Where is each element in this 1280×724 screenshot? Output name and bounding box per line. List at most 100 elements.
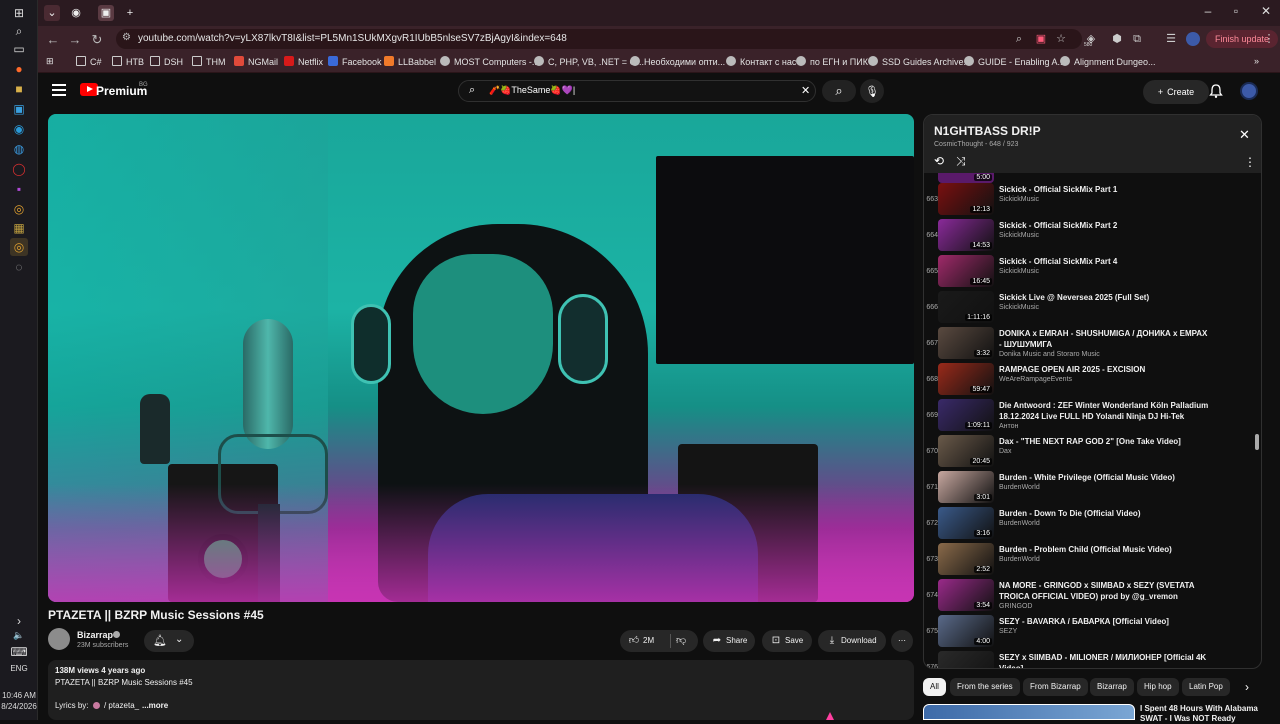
chrome-active-icon[interactable]: ◎ xyxy=(10,238,28,256)
filter-chip[interactable]: Latin Pop xyxy=(1182,678,1230,696)
download-button[interactable]: ⤓ Download xyxy=(818,630,886,652)
bookmark-item[interactable]: NGMail xyxy=(234,56,278,67)
playlist-scrollbar-thumb[interactable] xyxy=(1255,434,1259,450)
filter-chip[interactable]: Bizarrap xyxy=(1090,678,1134,696)
bookmark-item[interactable]: Facebook xyxy=(328,56,382,67)
file-explorer-icon[interactable]: ■ xyxy=(10,80,28,98)
cast-icon[interactable]: ▣ xyxy=(1034,32,1048,46)
firefox-icon[interactable]: ● xyxy=(10,60,28,78)
playlist-item[interactable]: 673 2:52 Burden - Problem Child (Official … xyxy=(924,543,1254,579)
bookmark-item[interactable]: HTB xyxy=(112,56,144,67)
opera-icon[interactable]: ◯ xyxy=(10,160,28,178)
playlist-item[interactable]: 676 SEZY x SIIMBAD - MILIONER / МИЛИОНЕР … xyxy=(924,651,1254,668)
like-button[interactable]: 👍︎ 2M xyxy=(620,630,670,652)
filter-chip[interactable]: From the series xyxy=(950,678,1020,696)
back-icon[interactable]: ← xyxy=(44,31,62,49)
profile-icon[interactable] xyxy=(1186,32,1200,46)
bookmark-item[interactable]: C, PHP, VB, .NET = O... xyxy=(534,56,644,67)
playlist-more-icon[interactable]: ⋮ xyxy=(1244,155,1256,169)
app-icon[interactable]: ▦ xyxy=(10,219,28,237)
bookmark-item[interactable]: Контакт с нас xyxy=(726,56,796,67)
bookmark-item[interactable]: DSH xyxy=(150,56,183,67)
steam-icon[interactable]: ◍ xyxy=(10,140,28,158)
chips-next-icon[interactable]: › xyxy=(1238,678,1256,696)
subscribed-notifications-button[interactable]: 🔔︎ ⌄ xyxy=(144,630,194,652)
bookmark-item[interactable]: LLBabbel xyxy=(384,56,436,67)
playlist-item[interactable]: 672 3:16 Burden - Down To Die (Official Vi… xyxy=(924,507,1254,543)
account-avatar[interactable] xyxy=(1240,82,1258,100)
keyboard-icon[interactable]: ⌨ xyxy=(10,643,28,661)
voice-search-button[interactable]: 🎙 xyxy=(860,79,884,103)
create-button[interactable]: + Create xyxy=(1143,80,1209,104)
close-playlist-icon[interactable]: ✕ xyxy=(1239,127,1250,143)
playlist-item[interactable]: 666 1:11:16 Sickick Live @ Neversea 2025 (… xyxy=(924,291,1254,327)
playlist-scrollbar[interactable] xyxy=(1254,174,1260,669)
tab-youtube-icon[interactable]: ▣ xyxy=(98,5,114,21)
hamburger-menu-icon[interactable] xyxy=(52,84,66,96)
forward-icon[interactable]: → xyxy=(66,31,84,49)
save-button[interactable]: ⊡ Save xyxy=(762,630,812,652)
apps-grid-icon[interactable]: ⊞ xyxy=(46,56,54,67)
playlist-item[interactable]: 669 1:09:11 Die Antwoord : ZEF Winter Wond… xyxy=(924,399,1254,435)
bookmark-item[interactable]: Alignment Dungeo... xyxy=(1060,56,1156,67)
reading-list-icon[interactable]: ☰ xyxy=(1164,32,1178,46)
playlist-item[interactable]: 670 20:45 Dax - "THE NEXT RAP GOD 2" [One … xyxy=(924,435,1254,471)
url-input[interactable]: ⚙ youtube.com/watch?v=yLX87lkvT8I&list=P… xyxy=(116,29,1082,49)
share-button[interactable]: ➦ Share xyxy=(703,630,755,652)
clear-search-icon[interactable]: ✕ xyxy=(801,84,810,97)
playlist-item[interactable]: 675 4:00 SEZY - BAVARKA / БАВАРКА [Officia… xyxy=(924,615,1254,651)
filter-chip[interactable]: All xyxy=(923,678,946,696)
extensions-puzzle-icon[interactable]: ⧉ xyxy=(1130,32,1144,46)
search-icon[interactable]: ⌕ xyxy=(10,22,28,40)
bookmark-item[interactable]: MOST Computers -... xyxy=(440,56,539,67)
bookmark-item[interactable]: по ЕГН и ПИК xyxy=(796,56,868,67)
bookmark-item[interactable]: Необходими опти... xyxy=(630,56,725,67)
bookmark-item[interactable]: GUIDE - Enabling A... xyxy=(964,56,1065,67)
search-input[interactable]: ⌕ 🧨🍓TheSame🍓💜| ✕ xyxy=(458,80,816,102)
chrome-icon[interactable]: ◎ xyxy=(10,200,28,218)
dislike-button[interactable]: 👎︎ xyxy=(676,630,686,652)
playlist-item[interactable]: 664 14:53 Sickick - Official SickMix Part … xyxy=(924,219,1254,255)
tab-favicon-icon[interactable]: ◉ xyxy=(68,5,84,21)
playlist-item[interactable]: 665 16:45 Sickick - Official SickMix Part … xyxy=(924,255,1254,291)
show-more-link[interactable]: ...more xyxy=(142,701,168,710)
playlist-title[interactable]: N1GHTBASS DR!P xyxy=(934,124,1041,138)
recommendation-thumbnail[interactable] xyxy=(923,704,1135,720)
filter-chip[interactable]: Hip hop xyxy=(1137,678,1179,696)
recommendation-title[interactable]: I Spent 48 Hours With Alabama SWAT - I W… xyxy=(1140,704,1260,724)
windows-start-icon[interactable]: ⊞ xyxy=(10,4,28,22)
bookmark-item[interactable]: Netflix xyxy=(284,56,323,67)
channel-name[interactable]: Bizarrap xyxy=(77,630,113,640)
language-indicator[interactable]: ENG xyxy=(0,664,38,673)
zoom-icon[interactable]: ⌕ xyxy=(1012,32,1026,46)
playlist-item[interactable]: 674 3:54 NA MORE - GRINGOD x SIIMBAD x SEZ… xyxy=(924,579,1254,615)
bookmark-item[interactable]: THM xyxy=(192,56,226,67)
tab-list-icon[interactable]: ⌄ xyxy=(44,5,60,21)
onenote-icon[interactable]: ▪ xyxy=(10,180,28,198)
channel-avatar[interactable] xyxy=(48,628,70,650)
playlist-item[interactable]: 663 12:13 Sickick - Official SickMix Part … xyxy=(924,183,1254,219)
browser-menu-icon[interactable]: ⋮ xyxy=(1262,32,1276,46)
loop-icon[interactable]: ⟲ xyxy=(934,154,944,168)
bookmark-item[interactable]: C# xyxy=(76,56,102,67)
extension2-icon[interactable]: ⬢ xyxy=(1110,32,1124,46)
reload-icon[interactable]: ↻ xyxy=(88,31,106,49)
close-window-icon[interactable]: ✕ xyxy=(1256,4,1276,18)
mail-icon[interactable]: ▣ xyxy=(10,100,28,118)
more-actions-button[interactable]: ⋯ xyxy=(891,630,913,652)
bookmarks-overflow-icon[interactable]: » xyxy=(1254,56,1259,66)
playlist-item[interactable]: 667 3:32 DONIKA x EMRAH - SHUSHUMIGA / ДОН… xyxy=(924,327,1254,363)
minimize-icon[interactable]: – xyxy=(1198,4,1218,18)
playlist-item[interactable]: 668 59:47 RAMPAGE OPEN AIR 2025 - EXCISION… xyxy=(924,363,1254,399)
playlist-item[interactable]: 671 3:01 Burden - White Privilege (Officia… xyxy=(924,471,1254,507)
video-player[interactable] xyxy=(48,114,914,602)
shuffle-icon[interactable]: ⤨ xyxy=(956,154,966,169)
maximize-icon[interactable]: ▫ xyxy=(1226,4,1246,18)
bookmark-item[interactable]: SSD Guides Archive... xyxy=(868,56,971,67)
description-box[interactable] xyxy=(48,660,914,720)
notifications-bell-icon[interactable] xyxy=(1208,83,1224,99)
volume-icon[interactable]: 🔈 xyxy=(10,626,28,644)
filter-chip[interactable]: From Bizarrap xyxy=(1023,678,1088,696)
edge-icon[interactable]: ◉ xyxy=(10,120,28,138)
task-view-icon[interactable]: ▭ xyxy=(10,40,28,58)
